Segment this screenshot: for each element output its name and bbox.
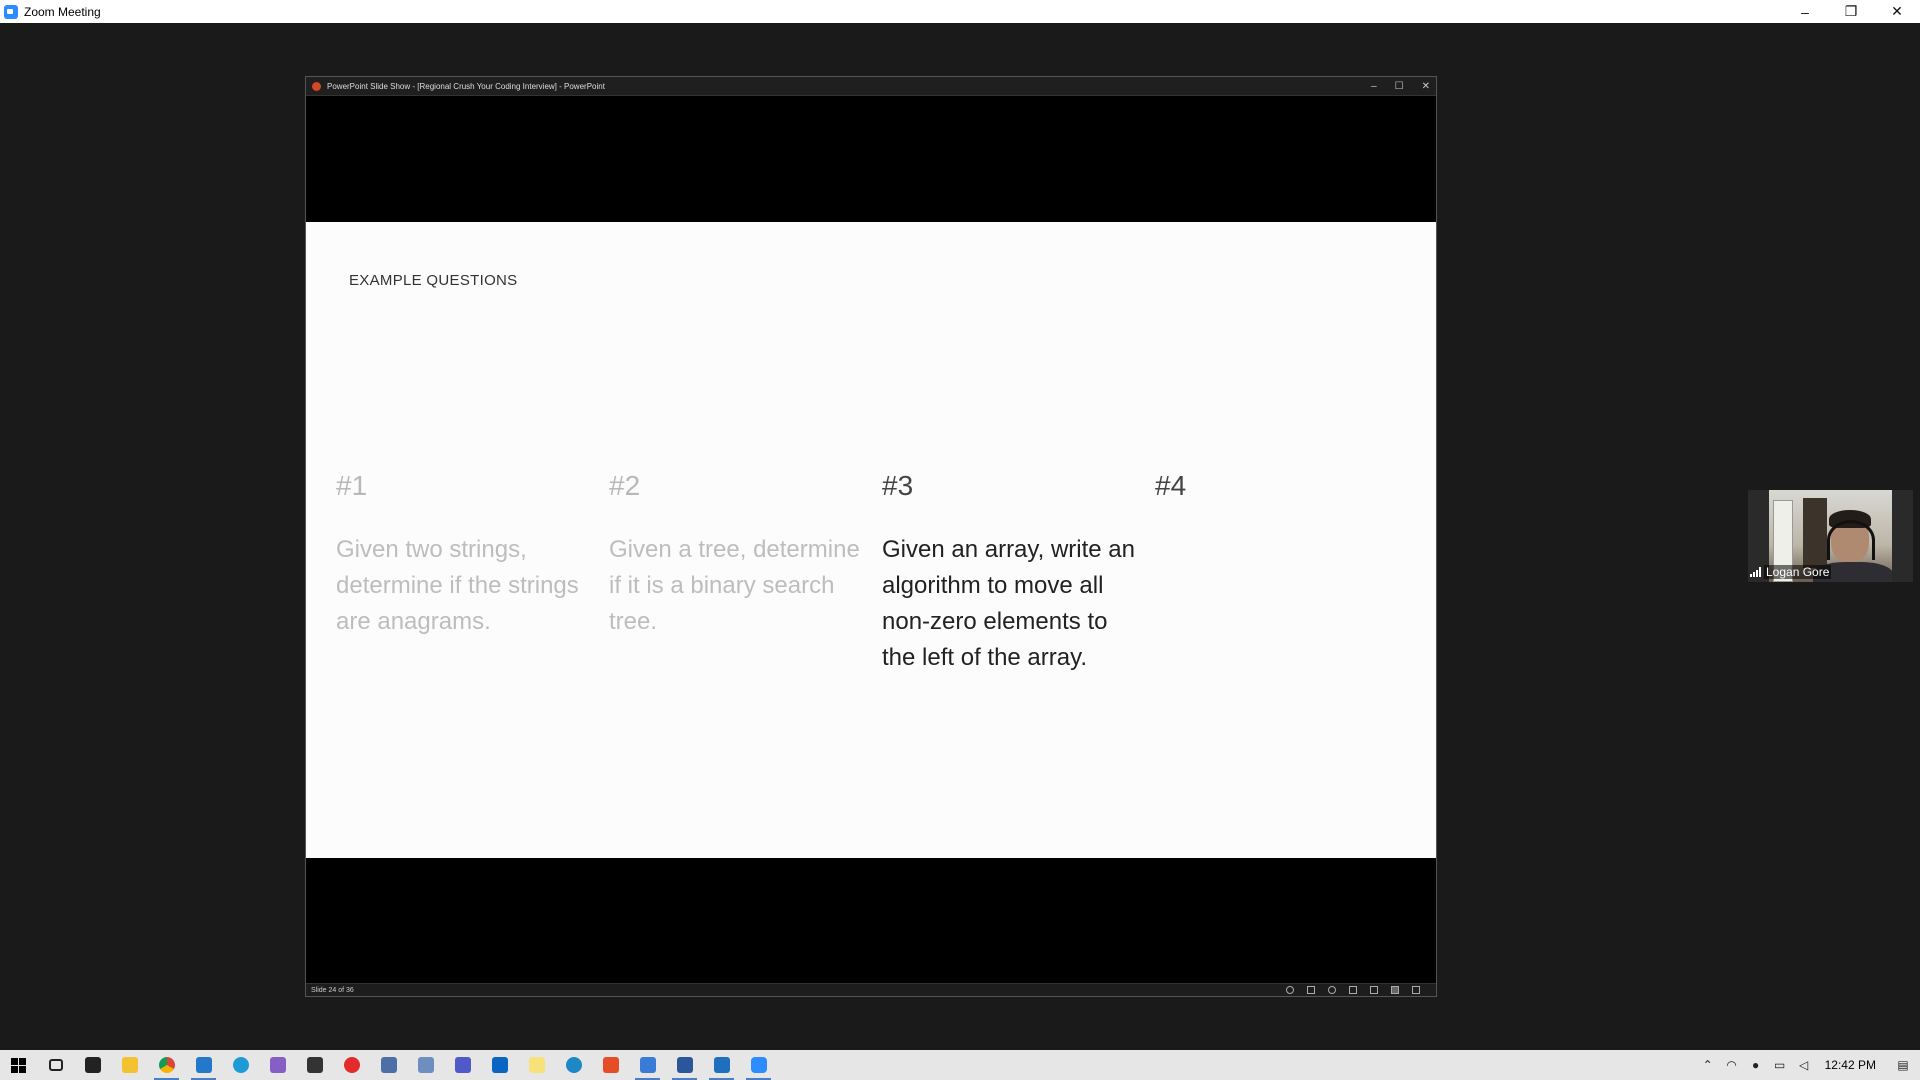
signal-strength-icon: [1750, 567, 1761, 577]
slide-heading: EXAMPLE QUESTIONS: [349, 272, 518, 289]
file-explorer-icon[interactable]: [111, 1050, 148, 1080]
terminal-app-icon[interactable]: [296, 1050, 333, 1080]
participant-video-tile[interactable]: Logan Gore: [1748, 490, 1913, 582]
question-1: #1 Given two strings, determine if the s…: [336, 470, 596, 640]
shared-screen-powerpoint-window: PowerPoint Slide Show - [Regional Crush …: [305, 76, 1437, 997]
word-icon[interactable]: [666, 1050, 703, 1080]
zoom-icon[interactable]: [740, 1050, 777, 1080]
taskbar-clock[interactable]: 12:42 PM: [1825, 1058, 1876, 1072]
c-app-icon[interactable]: [555, 1050, 592, 1080]
participant-headset: [1827, 520, 1875, 560]
ppt-window-title: PowerPoint Slide Show - [Regional Crush …: [327, 81, 605, 91]
office-icon[interactable]: [592, 1050, 629, 1080]
question-3: #3 Given an array, write an algorithm to…: [882, 470, 1142, 676]
record-icon[interactable]: [333, 1050, 370, 1080]
accessibility-icon[interactable]: [1286, 986, 1294, 994]
question-text: Given two strings, determine if the stri…: [336, 536, 579, 635]
ppt-minimize-button[interactable]: –: [1371, 81, 1377, 92]
zoom-window-title: Zoom Meeting: [24, 4, 101, 19]
sticky-icon[interactable]: [518, 1050, 555, 1080]
chevron-up-icon[interactable]: ⌃: [1701, 1058, 1715, 1072]
video-background-shelf: [1803, 498, 1827, 568]
remote-desktop-icon[interactable]: [629, 1050, 666, 1080]
slide-sorter-icon[interactable]: [1370, 986, 1378, 994]
ppt-titlebar: PowerPoint Slide Show - [Regional Crush …: [306, 77, 1436, 96]
calculator-icon[interactable]: [703, 1050, 740, 1080]
question-4: #4: [1155, 470, 1415, 532]
question-text: Given an array, write an algorithm to mo…: [882, 536, 1135, 671]
zoom-minimize-button[interactable]: –: [1782, 0, 1828, 23]
system-tray: ⌃ ◠ ● ▭ ◁ 12:42 PM ▤: [1701, 1050, 1920, 1080]
notes-icon[interactable]: [1307, 986, 1315, 994]
normal-view-icon[interactable]: [1349, 986, 1357, 994]
zoom-close-button[interactable]: ✕: [1874, 0, 1920, 23]
question-number: #3: [882, 470, 914, 501]
visual-studio-icon[interactable]: [259, 1050, 296, 1080]
question-2: #2 Given a tree, determine if it is a bi…: [609, 470, 869, 640]
network-icon[interactable]: ◠: [1725, 1058, 1739, 1072]
ppt-status-bar: Slide 24 of 36: [306, 983, 1436, 996]
participant-name-tag: Logan Gore: [1750, 564, 1832, 580]
ppt-window-controls: – ☐ ✕: [1371, 77, 1430, 96]
slideshow-icon[interactable]: [1412, 986, 1420, 994]
windows-start-icon[interactable]: [0, 1050, 37, 1080]
battery-icon[interactable]: ▭: [1773, 1058, 1787, 1072]
question-number: #1: [336, 470, 368, 501]
question-number: #4: [1155, 470, 1187, 501]
slide-indicator: Slide 24 of 36: [311, 986, 354, 994]
zoom-window-controls: – ❐ ✕: [1782, 0, 1920, 23]
zoom-app-icon: [4, 4, 18, 19]
edge-icon[interactable]: [222, 1050, 259, 1080]
task-view-icon[interactable]: [37, 1050, 74, 1080]
question-number: #2: [609, 470, 641, 501]
notifications-icon[interactable]: ▤: [1896, 1058, 1910, 1072]
ppt-status-icons: [1286, 986, 1420, 994]
ppt-restore-button[interactable]: ☐: [1395, 81, 1404, 92]
terminal-icon[interactable]: [74, 1050, 111, 1080]
volume-icon[interactable]: ◁: [1797, 1058, 1811, 1072]
participant-name: Logan Gore: [1764, 565, 1832, 579]
app-icon[interactable]: [407, 1050, 444, 1080]
remote-icon[interactable]: [370, 1050, 407, 1080]
windows-taskbar: ⌃ ◠ ● ▭ ◁ 12:42 PM ▤: [0, 1050, 1920, 1080]
microphone-icon[interactable]: ●: [1749, 1058, 1763, 1072]
zoom-restore-button[interactable]: ❐: [1828, 0, 1874, 23]
question-text: Given a tree, determine if it is a binar…: [609, 536, 860, 635]
comments-icon[interactable]: [1328, 986, 1336, 994]
slide[interactable]: EXAMPLE QUESTIONS #1 Given two strings, …: [306, 222, 1436, 858]
reading-view-icon[interactable]: [1391, 986, 1399, 994]
chrome-icon[interactable]: [148, 1050, 185, 1080]
vscode-icon[interactable]: [185, 1050, 222, 1080]
zoom-titlebar: Zoom Meeting – ❐ ✕: [0, 0, 1920, 23]
powerpoint-icon: [312, 81, 321, 91]
outlook-icon[interactable]: [481, 1050, 518, 1080]
teams-icon[interactable]: [444, 1050, 481, 1080]
ppt-close-button[interactable]: ✕: [1422, 81, 1430, 92]
